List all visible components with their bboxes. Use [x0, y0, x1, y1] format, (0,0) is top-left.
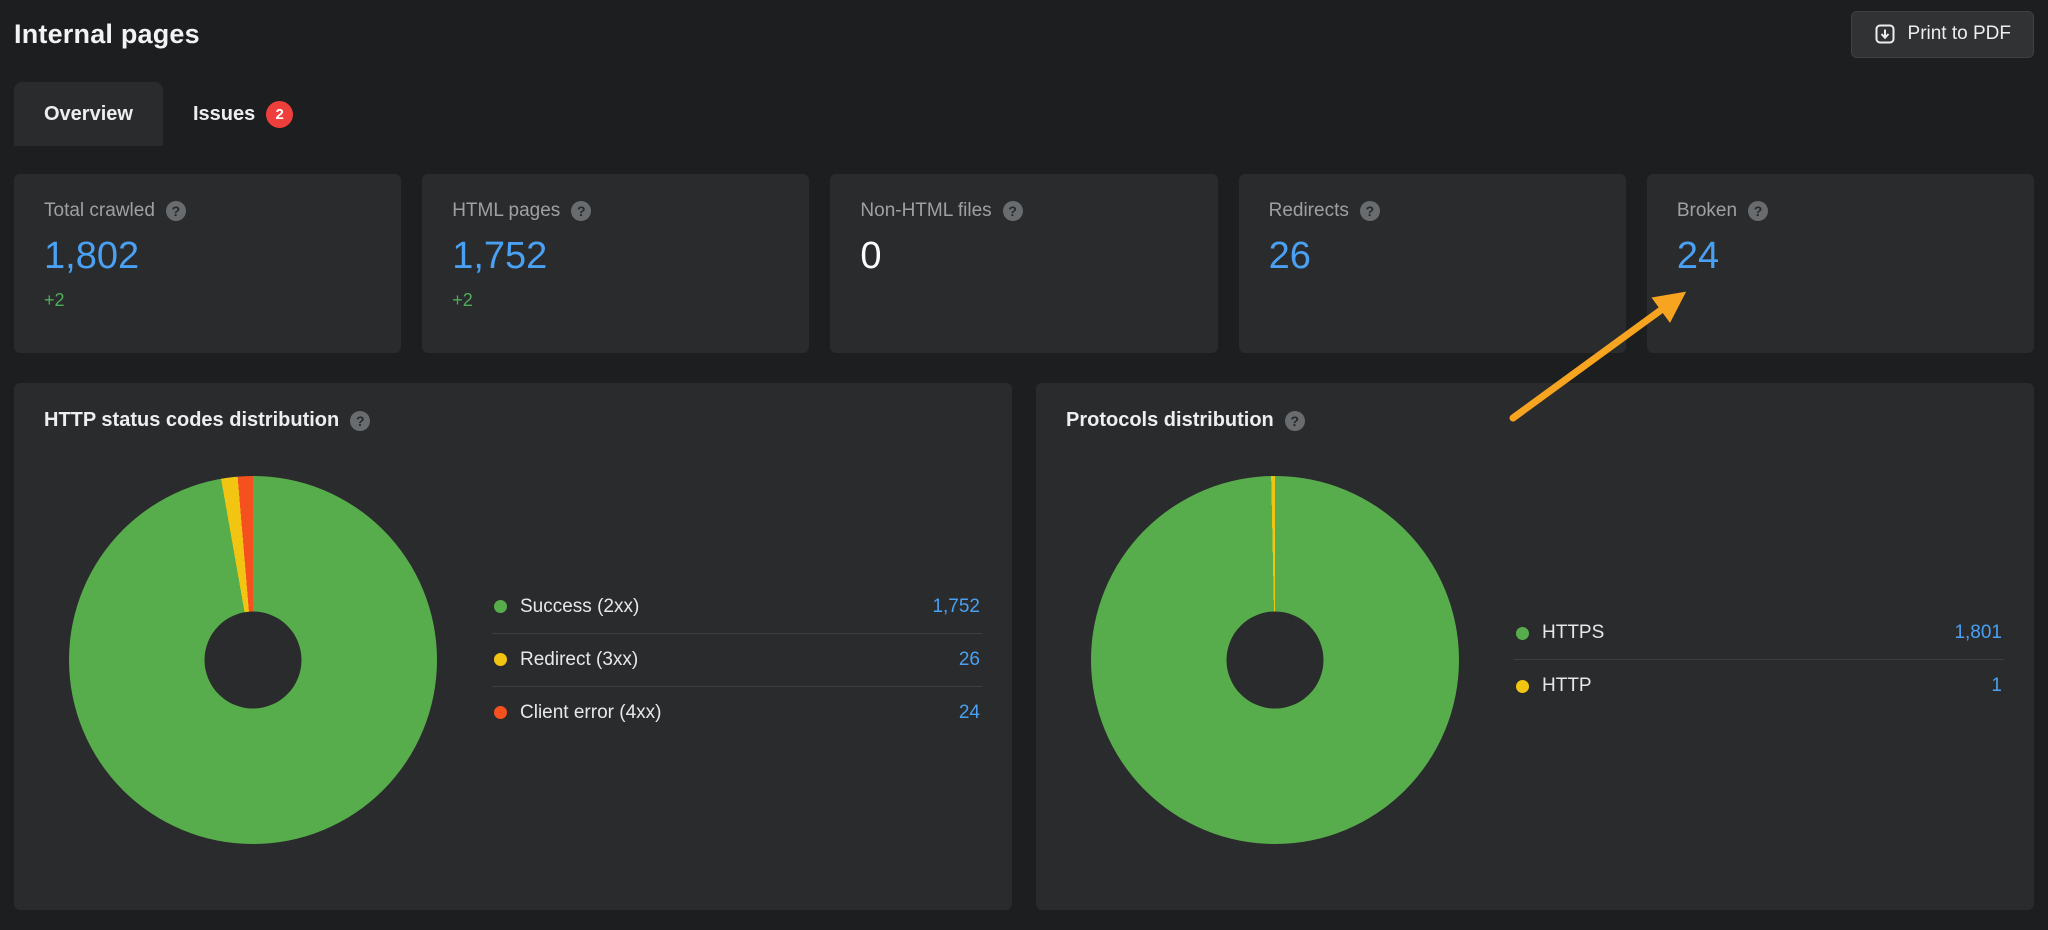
help-icon[interactable]: [1285, 411, 1305, 431]
donut-hole: [1227, 611, 1324, 708]
stat-card-value: 0: [860, 235, 1187, 278]
stat-card-delta: [860, 290, 1187, 311]
legend-dot-client-error: [494, 706, 507, 719]
http-status-legend: Success (2xx) 1,752 Redirect (3xx) 26 Cl…: [492, 581, 982, 739]
legend-value[interactable]: 24: [959, 702, 980, 724]
charts-row: HTTP status codes distribution Success (…: [14, 383, 2034, 910]
help-icon[interactable]: [571, 201, 591, 221]
legend-row: HTTPS 1,801: [1514, 607, 2004, 660]
stat-card-value[interactable]: 24: [1677, 235, 2004, 278]
tab-issues-label: Issues: [193, 103, 255, 126]
stat-card-delta: [1677, 290, 2004, 311]
legend-label: HTTPS: [1542, 622, 1604, 644]
stat-card-delta: +2: [452, 290, 779, 311]
tab-bar: Overview Issues 2: [14, 82, 2034, 146]
legend-dot-http: [1516, 680, 1529, 693]
legend-value[interactable]: 1: [1991, 675, 2002, 697]
help-icon[interactable]: [1003, 201, 1023, 221]
legend-row: Client error (4xx) 24: [492, 687, 982, 739]
protocols-legend: HTTPS 1,801 HTTP 1: [1514, 607, 2004, 712]
help-icon[interactable]: [1360, 201, 1380, 221]
legend-dot-success: [494, 600, 507, 613]
protocols-donut-chart[interactable]: [1091, 476, 1459, 844]
legend-label: HTTP: [1542, 675, 1592, 697]
panel-title: Protocols distribution: [1066, 409, 1274, 432]
header: Internal pages Print to PDF: [14, 10, 2034, 58]
legend-value[interactable]: 1,752: [932, 596, 980, 618]
tab-overview[interactable]: Overview: [14, 82, 163, 146]
tab-issues[interactable]: Issues 2: [163, 82, 323, 146]
stat-card-redirects: Redirects 26: [1239, 174, 1626, 353]
help-icon[interactable]: [166, 201, 186, 221]
protocols-panel: Protocols distribution HTTPS 1,801 HTTP: [1036, 383, 2034, 910]
print-to-pdf-button[interactable]: Print to PDF: [1851, 11, 2034, 58]
stat-card-value[interactable]: 1,752: [452, 235, 779, 278]
stat-card-value[interactable]: 26: [1269, 235, 1596, 278]
legend-row: Success (2xx) 1,752: [492, 581, 982, 634]
download-file-icon: [1874, 23, 1896, 45]
legend-value[interactable]: 1,801: [1954, 622, 2002, 644]
http-status-donut-chart[interactable]: [69, 476, 437, 844]
stat-cards-row: Total crawled 1,802 +2 HTML pages 1,752 …: [14, 174, 2034, 353]
legend-row: HTTP 1: [1514, 660, 2004, 712]
legend-label: Redirect (3xx): [520, 649, 638, 671]
stat-card-value[interactable]: 1,802: [44, 235, 371, 278]
help-icon[interactable]: [1748, 201, 1768, 221]
legend-dot-https: [1516, 627, 1529, 640]
print-to-pdf-label: Print to PDF: [1908, 23, 2011, 45]
stat-card-label: Redirects: [1269, 200, 1349, 222]
stat-card-label: HTML pages: [452, 200, 560, 222]
legend-label: Client error (4xx): [520, 702, 661, 724]
stat-card-delta: [1269, 290, 1596, 311]
http-status-codes-panel: HTTP status codes distribution Success (…: [14, 383, 1012, 910]
donut-hole: [205, 611, 302, 708]
panel-title: HTTP status codes distribution: [44, 409, 339, 432]
tab-overview-label: Overview: [44, 103, 133, 126]
page-title: Internal pages: [14, 19, 200, 50]
stat-card-broken: Broken 24: [1647, 174, 2034, 353]
stat-card-html-pages: HTML pages 1,752 +2: [422, 174, 809, 353]
stat-card-delta: +2: [44, 290, 371, 311]
help-icon[interactable]: [350, 411, 370, 431]
stat-card-total-crawled: Total crawled 1,802 +2: [14, 174, 401, 353]
stat-card-label: Non-HTML files: [860, 200, 991, 222]
legend-dot-redirect: [494, 653, 507, 666]
legend-value[interactable]: 26: [959, 649, 980, 671]
stat-card-label: Broken: [1677, 200, 1737, 222]
stat-card-label: Total crawled: [44, 200, 155, 222]
legend-row: Redirect (3xx) 26: [492, 634, 982, 687]
issues-count-badge: 2: [266, 101, 293, 128]
internal-pages-report: Internal pages Print to PDF Overview Iss…: [0, 0, 2048, 930]
stat-card-non-html-files: Non-HTML files 0: [830, 174, 1217, 353]
legend-label: Success (2xx): [520, 596, 639, 618]
